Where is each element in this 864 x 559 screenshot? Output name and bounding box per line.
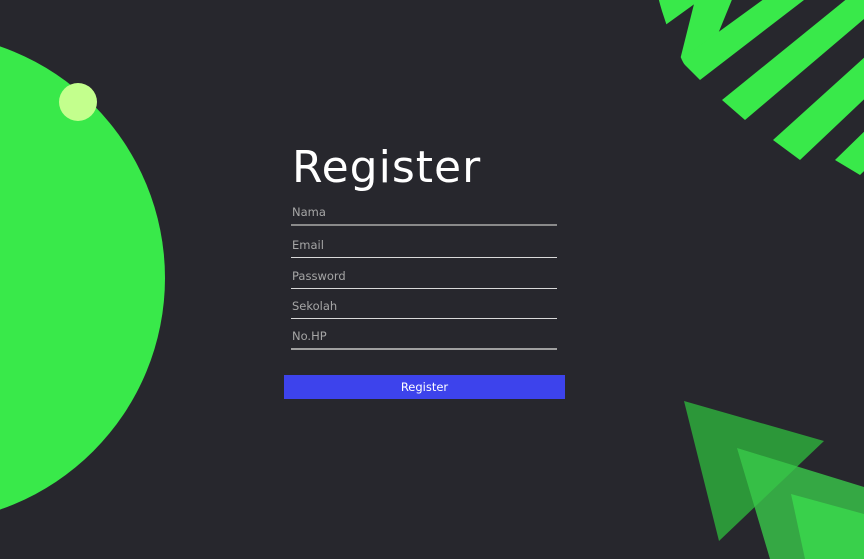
sekolah-field[interactable] [291,297,557,319]
phone-field[interactable] [291,328,557,350]
register-page: Register Register [0,0,864,559]
small-light-circle [59,83,97,121]
register-button[interactable]: Register [284,375,565,399]
striped-quarter-circle [650,0,864,175]
page-title: Register [292,142,482,193]
password-field[interactable] [291,267,557,289]
nama-field[interactable] [291,204,557,226]
email-field[interactable] [291,236,557,258]
